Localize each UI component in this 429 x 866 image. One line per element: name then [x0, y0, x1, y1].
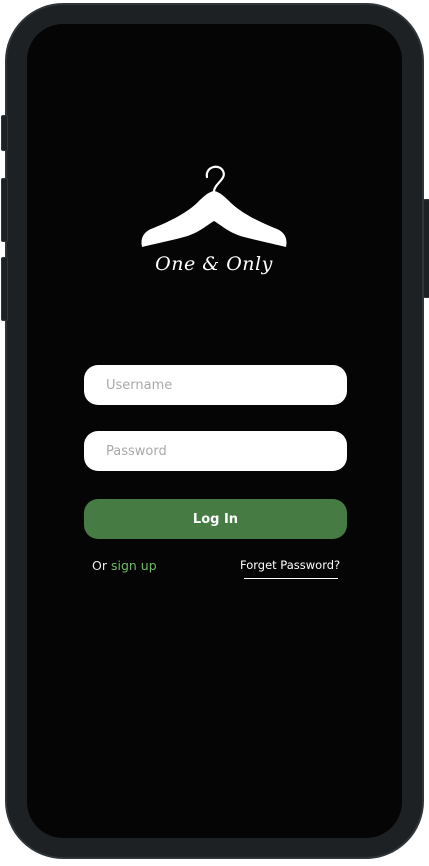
- username-field[interactable]: [84, 365, 347, 405]
- forgot-password-underline: [244, 578, 338, 579]
- app-screen: One & Only Log In Or sign up Forget Pass…: [27, 24, 402, 838]
- volume-up-button: [1, 178, 8, 242]
- signup-link[interactable]: sign up: [111, 558, 157, 573]
- signup-prompt: Or sign up: [92, 558, 157, 573]
- password-field[interactable]: [84, 431, 347, 471]
- forgot-password-link[interactable]: Forget Password?: [240, 558, 340, 578]
- power-button: [423, 199, 429, 298]
- clothes-hanger-icon: [139, 163, 289, 253]
- brand-name: One & Only: [155, 253, 273, 275]
- signup-prefix: Or: [92, 558, 107, 573]
- mute-switch: [1, 115, 8, 151]
- login-button[interactable]: Log In: [84, 499, 347, 539]
- brand-logo: One & Only: [139, 163, 289, 275]
- volume-down-button: [1, 257, 8, 321]
